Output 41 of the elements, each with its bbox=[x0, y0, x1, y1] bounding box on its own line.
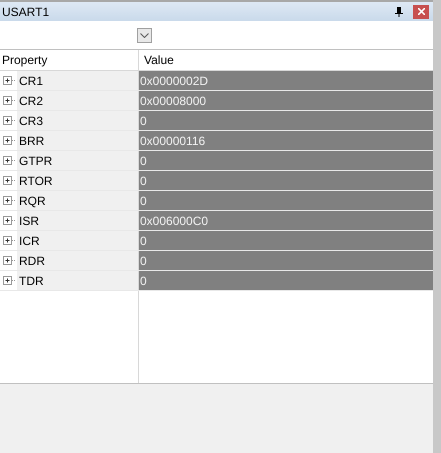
property-name: RTOR bbox=[18, 172, 53, 190]
dropdown-button[interactable] bbox=[137, 28, 152, 42]
property-value: 0 bbox=[139, 231, 433, 250]
expand-icon[interactable] bbox=[3, 256, 16, 265]
property-name: RDR bbox=[18, 252, 45, 270]
window-title: USART1 bbox=[2, 4, 50, 20]
property-value: 0x0000002D bbox=[139, 71, 433, 90]
property-name: CR2 bbox=[18, 92, 44, 110]
property-value: 0 bbox=[139, 171, 433, 190]
property-value: 0 bbox=[139, 191, 433, 210]
expand-icon[interactable] bbox=[3, 136, 16, 145]
property-value: 0 bbox=[139, 111, 433, 130]
property-name: TDR bbox=[18, 272, 44, 290]
property-value: 0 bbox=[139, 151, 433, 170]
property-value: 0x006000C0 bbox=[139, 211, 433, 230]
close-icon bbox=[418, 8, 424, 15]
property-value: 0x00008000 bbox=[139, 91, 433, 110]
expand-icon[interactable] bbox=[3, 196, 16, 205]
property-value: 0 bbox=[139, 271, 433, 290]
property-name: CR3 bbox=[18, 112, 44, 130]
column-header[interactable]: Property bbox=[0, 50, 139, 70]
close-button[interactable] bbox=[413, 4, 429, 18]
expand-icon[interactable] bbox=[3, 116, 16, 125]
expand-icon[interactable] bbox=[3, 236, 16, 245]
property-value: 0 bbox=[139, 251, 433, 270]
property-name: GTPR bbox=[18, 152, 52, 170]
expand-icon[interactable] bbox=[3, 96, 16, 105]
expand-icon[interactable] bbox=[3, 176, 16, 185]
expand-icon[interactable] bbox=[3, 276, 16, 285]
pin-icon[interactable] bbox=[395, 6, 403, 16]
chevron-down-icon bbox=[140, 32, 149, 38]
expand-icon[interactable] bbox=[3, 156, 16, 165]
property-name: BRR bbox=[18, 132, 44, 150]
expand-icon[interactable] bbox=[3, 216, 16, 225]
property-name: ISR bbox=[18, 212, 40, 230]
column-header[interactable]: Value bbox=[139, 50, 433, 70]
expand-icon[interactable] bbox=[3, 76, 16, 85]
property-name: ICR bbox=[18, 232, 40, 250]
property-name: CR1 bbox=[18, 72, 44, 90]
property-name: RQR bbox=[18, 192, 46, 210]
property-value: 0x00000116 bbox=[139, 131, 433, 150]
